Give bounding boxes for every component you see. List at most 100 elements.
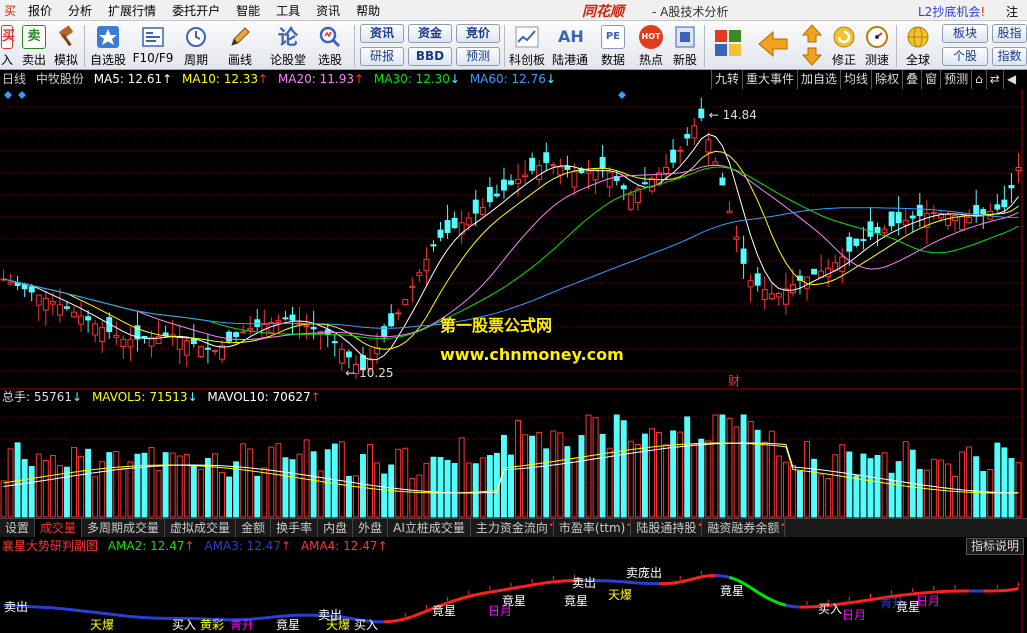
- volume-bar: [35, 453, 42, 518]
- menu-extended[interactable]: 扩展行情: [100, 2, 164, 19]
- candle-body: [966, 216, 973, 224]
- indicator-segment: [524, 583, 533, 588]
- indicator-tab[interactable]: 换手率: [271, 519, 319, 537]
- promo-mark: !: [980, 5, 986, 19]
- watchlist-button[interactable]: 自选股: [88, 25, 128, 67]
- new-stock-button[interactable]: 新股: [670, 25, 700, 67]
- indicator-tab[interactable]: 主力资金流向 •: [471, 519, 554, 537]
- funds-button[interactable]: 资金: [408, 24, 452, 43]
- candle-body: [338, 348, 345, 364]
- revise-button[interactable]: 修正: [828, 25, 860, 67]
- menu-buy[interactable]: 买: [0, 2, 20, 19]
- layout-button[interactable]: [712, 28, 744, 70]
- indicator-tab[interactable]: 融资融券余额 •: [702, 519, 786, 537]
- auction-button[interactable]: 竞价: [456, 24, 500, 43]
- simulate-label: 模拟: [53, 53, 78, 67]
- stock-picker-button[interactable]: 选股: [312, 25, 348, 67]
- bbd-button[interactable]: BBD: [408, 47, 452, 66]
- volume-bar: [684, 416, 691, 518]
- swap-icon[interactable]: ⇄: [985, 70, 1003, 89]
- sell-button[interactable]: 卖 卖出: [20, 25, 48, 67]
- candle-body: [691, 125, 698, 139]
- index-button[interactable]: 指数: [992, 47, 1027, 66]
- stock-button[interactable]: 个股: [942, 47, 988, 66]
- candle-body: [740, 248, 747, 264]
- star-market-button[interactable]: 科创板: [506, 25, 548, 67]
- indicator-tab[interactable]: 多周期成交量: [82, 519, 166, 537]
- tab-major-events[interactable]: 重大事件: [742, 70, 798, 89]
- tab-forecast[interactable]: 预测: [940, 70, 972, 89]
- menu-tools[interactable]: 工具: [268, 2, 308, 19]
- simulate-button[interactable]: 模拟: [52, 25, 80, 67]
- candle-body: [909, 215, 916, 219]
- period-label[interactable]: 日线: [0, 72, 26, 86]
- collapse-icon[interactable]: ◀: [1002, 70, 1020, 89]
- data-button[interactable]: PE 数据: [596, 25, 630, 67]
- global-button[interactable]: 全球: [900, 25, 936, 67]
- draw-line-button[interactable]: 画线: [222, 25, 258, 67]
- hot-button[interactable]: HOT 热点: [634, 25, 668, 67]
- indicator-tab[interactable]: 虚拟成交量: [165, 519, 237, 537]
- tab-jiuzhuan[interactable]: 九转: [711, 70, 743, 89]
- menu-smart[interactable]: 智能: [228, 2, 268, 19]
- ma20-arrow: ↑: [353, 72, 365, 86]
- tab-overlay[interactable]: 叠: [902, 70, 922, 89]
- volume-bar: [536, 431, 543, 518]
- f10-button[interactable]: F10/F9: [132, 25, 174, 67]
- indicator-tab[interactable]: 陆股通持股 •: [631, 519, 703, 537]
- sector-button[interactable]: 板块: [942, 24, 988, 43]
- volume-bar: [818, 474, 825, 518]
- candle-body: [959, 215, 966, 231]
- research-button[interactable]: 研报: [360, 47, 404, 66]
- forecast-button[interactable]: 预测: [456, 47, 500, 66]
- volume-bar: [980, 470, 987, 518]
- indicator-tab[interactable]: 设置: [0, 519, 36, 537]
- ma5-value: MA5: 12.61: [93, 72, 163, 86]
- promo-link[interactable]: L2抄底机会!: [918, 3, 985, 20]
- menu-news[interactable]: 资讯: [308, 2, 348, 19]
- candle-body: [92, 323, 99, 336]
- candle-body: [409, 285, 416, 288]
- volume-bar: [416, 474, 423, 518]
- candle-body: [331, 341, 338, 344]
- tab-add-watchlist[interactable]: 加自选: [797, 70, 841, 89]
- forum-button[interactable]: 论 论股堂: [266, 25, 310, 67]
- indicator-tab[interactable]: 成交量: [35, 519, 83, 537]
- candle-body: [670, 149, 677, 163]
- indicator-help-button[interactable]: 指标说明: [966, 538, 1024, 555]
- news-button[interactable]: 资讯: [360, 24, 404, 43]
- volume-bar: [804, 440, 810, 518]
- volume-bar: [634, 444, 641, 518]
- volume-bar: [113, 451, 120, 518]
- ama2-arrow: ↑: [184, 539, 195, 553]
- period-button[interactable]: 周期: [178, 25, 214, 67]
- indicator-tab[interactable]: AI立桩成交量: [388, 519, 471, 537]
- index-futures-button[interactable]: 股指: [992, 24, 1027, 43]
- clock-icon: [184, 25, 208, 49]
- menu-help[interactable]: 帮助: [348, 2, 388, 19]
- home-icon[interactable]: ⌂: [971, 70, 986, 89]
- indicator-segment: [489, 589, 498, 594]
- buy-button[interactable]: 买 入: [0, 25, 15, 67]
- tab-ex-rights[interactable]: 除权: [871, 70, 903, 89]
- indicator-segment: [849, 600, 857, 605]
- back-button[interactable]: [756, 28, 790, 70]
- candle-body: [28, 286, 35, 293]
- candle-body: [113, 334, 120, 338]
- tab-window[interactable]: 窗: [921, 70, 941, 89]
- indicator-tab[interactable]: 外盘: [353, 519, 389, 537]
- speed-icon: [865, 25, 889, 49]
- indicator-tab[interactable]: 市盈率(ttm) •: [554, 519, 632, 537]
- volume-bar: [472, 463, 479, 518]
- candle-body: [867, 221, 874, 237]
- menu-quote[interactable]: 报价: [20, 2, 60, 19]
- speed-test-button[interactable]: 测速: [862, 25, 892, 67]
- volume-bar: [197, 468, 204, 518]
- tab-ma-lines[interactable]: 均线: [840, 70, 872, 89]
- menu-trade[interactable]: 委托开户: [164, 2, 228, 19]
- indicator-tab[interactable]: 金额: [236, 519, 272, 537]
- indicator-tab[interactable]: 内盘: [318, 519, 354, 537]
- volume-bar: [21, 459, 28, 518]
- menu-analysis[interactable]: 分析: [60, 2, 100, 19]
- connect-button[interactable]: AH 陆港通: [550, 25, 590, 67]
